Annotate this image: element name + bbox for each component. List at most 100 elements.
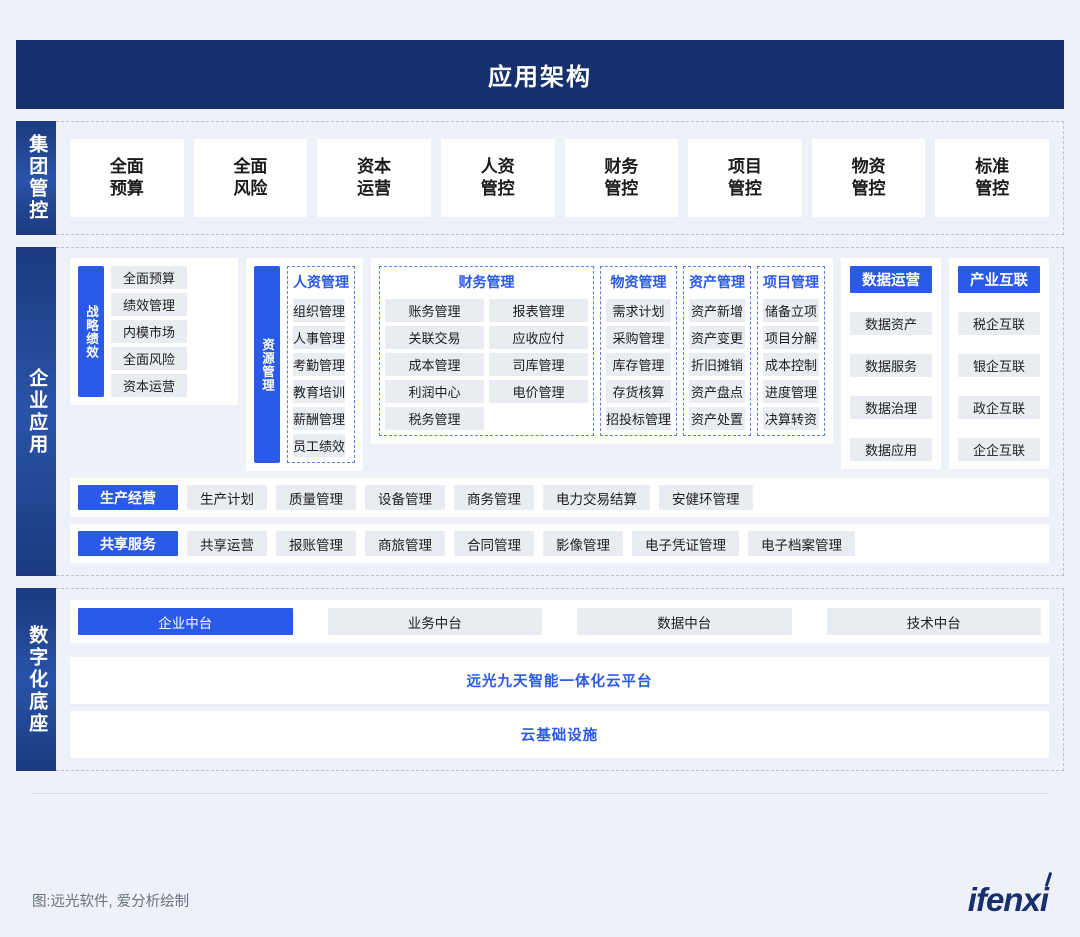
capability-card-header[interactable]: 数据运营 [850, 266, 932, 293]
business-groups-card: 财务管理账务管理关联交易成本管理利润中心税务管理报表管理应收应付司库管理电价管理… [371, 258, 833, 444]
group-control-card[interactable]: 全面风险 [194, 139, 308, 217]
capability-item[interactable]: 银企互联 [958, 354, 1040, 377]
category-strip-item[interactable]: 电子档案管理 [748, 531, 855, 556]
module-item[interactable]: 资产变更 [689, 326, 745, 349]
module-item[interactable]: 利润中心 [385, 380, 484, 403]
module-group: 物资管理需求计划采购管理库存管理存货核算招投标管理 [600, 266, 677, 436]
foundation-platform: 远光九天智能一体化云平台 [70, 657, 1049, 704]
module-item[interactable]: 资产新增 [689, 299, 745, 322]
enterprise-top-row: 战略绩效全面预算绩效管理内模市场全面风险资本运营 资源管理人资管理组织管理人事管理… [70, 258, 1049, 471]
category-strip-tag[interactable]: 生产经营 [78, 485, 178, 510]
group-control-card[interactable]: 资本运营 [317, 139, 431, 217]
module-item[interactable]: 应收应付 [489, 326, 588, 349]
category-strip-item[interactable]: 安健环管理 [659, 485, 753, 510]
hr-item[interactable]: 员工绩效 [293, 434, 345, 457]
resource-card: 资源管理人资管理组织管理人事管理考勤管理教育培训薪酬管理员工绩效 [246, 258, 363, 471]
category-strip-item[interactable]: 电子凭证管理 [632, 531, 739, 556]
card-line-1: 全面 [110, 156, 144, 178]
category-strip-item[interactable]: 报账管理 [276, 531, 356, 556]
category-strip-item[interactable]: 电力交易结算 [543, 485, 650, 510]
group-control-sidebar: 集团管控 [16, 121, 56, 235]
strategy-item[interactable]: 全面预算 [111, 266, 187, 289]
capability-item[interactable]: 数据治理 [850, 396, 932, 419]
module-item[interactable]: 资产盘点 [689, 380, 745, 403]
strategy-item[interactable]: 内模市场 [111, 320, 187, 343]
module-column: 储备立项项目分解成本控制进度管理决算转资 [763, 299, 819, 430]
hr-item[interactable]: 人事管理 [293, 326, 345, 349]
module-group: 财务管理账务管理关联交易成本管理利润中心税务管理报表管理应收应付司库管理电价管理 [379, 266, 594, 436]
group-control-card[interactable]: 全面预算 [70, 139, 184, 217]
category-strip-item[interactable]: 合同管理 [454, 531, 534, 556]
foundation-tab[interactable]: 业务中台 [328, 608, 543, 635]
card-line-2: 运营 [357, 178, 391, 200]
module-group-title: 物资管理 [606, 271, 671, 295]
group-control-content: 全面预算全面风险资本运营人资管控财务管控项目管控物资管控标准管控 [56, 121, 1064, 235]
foundation-content: 企业中台业务中台数据中台技术中台 远光九天智能一体化云平台云基础设施 [56, 588, 1064, 771]
group-control-card[interactable]: 财务管控 [565, 139, 679, 217]
module-item[interactable]: 招投标管理 [606, 407, 671, 430]
module-item[interactable]: 司库管理 [489, 353, 588, 376]
module-item[interactable]: 库存管理 [606, 353, 671, 376]
card-line-2: 管控 [852, 178, 886, 200]
foundation-tab[interactable]: 数据中台 [577, 608, 792, 635]
module-item[interactable]: 项目分解 [763, 326, 819, 349]
capability-item[interactable]: 数据资产 [850, 312, 932, 335]
module-item[interactable]: 关联交易 [385, 326, 484, 349]
footer: 图:远光软件, 爱分析绘制 ifenxi [0, 863, 1080, 937]
category-strip-item[interactable]: 商旅管理 [365, 531, 445, 556]
module-item[interactable]: 报表管理 [489, 299, 588, 322]
module-item[interactable]: 需求计划 [606, 299, 671, 322]
capability-item[interactable]: 企企互联 [958, 438, 1040, 461]
strategy-item[interactable]: 绩效管理 [111, 293, 187, 316]
group-control-cards: 全面预算全面风险资本运营人资管控财务管控项目管控物资管控标准管控 [56, 122, 1063, 234]
strategy-side-label: 战略绩效 [78, 266, 104, 397]
hr-item[interactable]: 教育培训 [293, 380, 345, 403]
module-item[interactable]: 电价管理 [489, 380, 588, 403]
card-line-1: 人资 [481, 156, 515, 178]
module-item[interactable]: 成本管理 [385, 353, 484, 376]
category-strip-tag[interactable]: 共享服务 [78, 531, 178, 556]
module-item[interactable]: 资产处置 [689, 407, 745, 430]
hr-item[interactable]: 组织管理 [293, 299, 345, 322]
module-item[interactable]: 存货核算 [606, 380, 671, 403]
foundation-tab[interactable]: 企业中台 [78, 608, 293, 635]
category-strip-item[interactable]: 影像管理 [543, 531, 623, 556]
group-control-card[interactable]: 项目管控 [688, 139, 802, 217]
capability-item[interactable]: 数据服务 [850, 354, 932, 377]
module-item[interactable]: 决算转资 [763, 407, 819, 430]
capability-card-header[interactable]: 产业互联 [958, 266, 1040, 293]
card-line-2: 管控 [975, 178, 1009, 200]
category-strip-item[interactable]: 设备管理 [365, 485, 445, 510]
module-item[interactable]: 进度管理 [763, 380, 819, 403]
resource-side-label: 资源管理 [254, 266, 280, 463]
hr-item[interactable]: 薪酬管理 [293, 407, 345, 430]
group-control-card[interactable]: 人资管控 [441, 139, 555, 217]
strategy-item[interactable]: 全面风险 [111, 347, 187, 370]
module-item[interactable]: 采购管理 [606, 326, 671, 349]
group-control-card[interactable]: 标准管控 [935, 139, 1049, 217]
foundation-tab[interactable]: 技术中台 [827, 608, 1042, 635]
module-item[interactable]: 账务管理 [385, 299, 484, 322]
group-control-card[interactable]: 物资管控 [812, 139, 926, 217]
module-item[interactable]: 储备立项 [763, 299, 819, 322]
category-strip-item[interactable]: 质量管理 [276, 485, 356, 510]
category-strip-item[interactable]: 生产计划 [187, 485, 267, 510]
enterprise-strips: 生产经营生产计划质量管理设备管理商务管理电力交易结算安健环管理共享服务共享运营报… [70, 478, 1049, 563]
capability-item[interactable]: 税企互联 [958, 312, 1040, 335]
hr-group-title: 人资管理 [293, 271, 349, 295]
module-item[interactable]: 税务管理 [385, 407, 484, 430]
category-strip-item[interactable]: 商务管理 [454, 485, 534, 510]
capability-item[interactable]: 政企互联 [958, 396, 1040, 419]
foundation-band: 数字化底座 企业中台业务中台数据中台技术中台 远光九天智能一体化云平台云基础设施 [16, 588, 1064, 771]
module-group-title: 财务管理 [385, 271, 588, 295]
module-group-title: 项目管理 [763, 271, 819, 295]
capability-item[interactable]: 数据应用 [850, 438, 932, 461]
module-item[interactable]: 折旧摊销 [689, 353, 745, 376]
module-column: 报表管理应收应付司库管理电价管理 [489, 299, 588, 430]
hr-item[interactable]: 考勤管理 [293, 353, 345, 376]
module-item[interactable]: 成本控制 [763, 353, 819, 376]
module-item [489, 407, 588, 430]
category-strip-item[interactable]: 共享运营 [187, 531, 267, 556]
card-line-2: 管控 [604, 178, 638, 200]
strategy-item[interactable]: 资本运营 [111, 374, 187, 397]
